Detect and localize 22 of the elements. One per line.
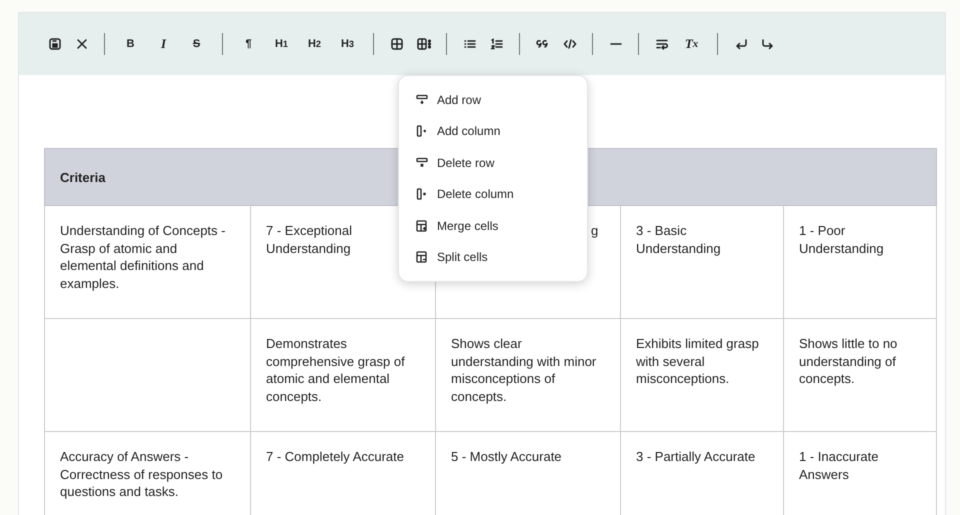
add-column-icon <box>416 125 428 138</box>
table-cell: 1 - Poor Understanding <box>784 206 936 318</box>
table-cell: Demonstrates comprehensive grasp of atomic and elemental concepts. <box>250 318 436 432</box>
delete-row-icon <box>416 156 428 169</box>
menu-item[interactable]: Add column <box>399 116 587 147</box>
table-cell: Accuracy of Answers - Correctness of responses to questions and tasks. <box>44 432 250 515</box>
table-cell: Shows clear understanding with minor misconceptions of concepts. <box>436 318 620 432</box>
format-button[interactable]: ¶ <box>232 31 265 57</box>
add-row-icon <box>416 94 428 106</box>
table-cell: 3 - Basic Understanding <box>620 206 784 318</box>
table-cell: Shows little to no understanding of concepts. <box>784 318 936 432</box>
table-cell: Understanding of Concepts - Grasp of atomic and elemental definitions and examples. <box>44 206 250 318</box>
delete-column-icon <box>416 188 428 200</box>
merge-cells-icon <box>416 220 428 232</box>
split-cells-icon <box>416 251 428 264</box>
format-button[interactable]: I <box>147 31 180 57</box>
menu-item[interactable]: Add row <box>399 84 587 116</box>
table-cell: Exhibits limited grasp with several misconceptions. <box>620 318 784 432</box>
column-header: Criteria <box>60 170 106 184</box>
format-button[interactable]: B <box>114 31 147 57</box>
format-button[interactable]: S <box>180 31 213 57</box>
menu-item[interactable]: Delete row <box>399 147 587 178</box>
